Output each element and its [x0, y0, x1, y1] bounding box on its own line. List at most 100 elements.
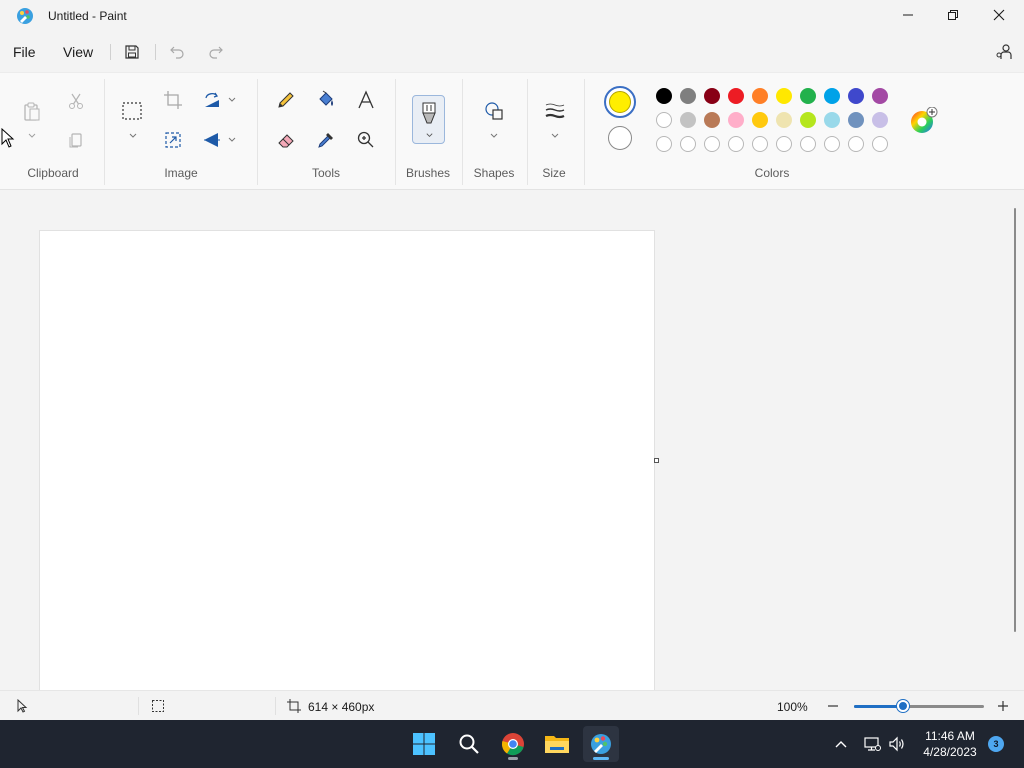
color-swatch[interactable] — [776, 136, 792, 152]
search-button[interactable] — [451, 726, 487, 762]
fill-button[interactable] — [314, 88, 338, 112]
flip-icon — [204, 133, 220, 147]
start-button[interactable] — [406, 726, 442, 762]
edit-colors-button[interactable] — [909, 107, 939, 135]
color-swatch[interactable] — [776, 88, 792, 104]
zoom-level[interactable]: 100% — [777, 700, 808, 714]
chrome-taskbar-button[interactable] — [495, 726, 531, 762]
color-swatch[interactable] — [824, 136, 840, 152]
size-button[interactable] — [543, 99, 567, 123]
paint-bucket-icon — [319, 90, 333, 106]
color-swatch[interactable] — [656, 88, 672, 104]
color-picker-button[interactable] — [314, 128, 338, 152]
color-swatch[interactable] — [656, 136, 672, 152]
notification-badge[interactable]: 3 — [988, 736, 1004, 752]
zoom-out-icon[interactable] — [826, 699, 840, 713]
color-swatch[interactable] — [752, 88, 768, 104]
magnifier-button[interactable] — [354, 128, 378, 152]
file-menu[interactable]: File — [13, 44, 36, 60]
restore-button[interactable] — [930, 0, 976, 30]
text-button[interactable] — [354, 88, 378, 112]
minimize-button[interactable] — [885, 0, 931, 30]
color-swatch[interactable] — [656, 112, 672, 128]
color-swatch[interactable] — [824, 88, 840, 104]
group-separator — [527, 79, 528, 185]
pencil-button[interactable] — [274, 88, 298, 112]
vertical-scrollbar[interactable] — [1014, 208, 1016, 632]
running-indicator — [508, 757, 518, 760]
chevron-down-icon — [426, 133, 433, 138]
zoom-in-icon[interactable] — [996, 699, 1010, 713]
color-swatch[interactable] — [800, 88, 816, 104]
zoom-slider-thumb[interactable] — [897, 700, 910, 712]
color-swatch[interactable] — [704, 136, 720, 152]
chevron-down-icon[interactable] — [550, 131, 560, 141]
color-swatch[interactable] — [824, 112, 840, 128]
brushes-button[interactable] — [412, 95, 445, 144]
color-picker-icon — [318, 133, 333, 148]
system-clock[interactable]: 11:46 AM 4/28/2023 — [912, 728, 988, 760]
color-swatch[interactable] — [848, 136, 864, 152]
save-button[interactable] — [121, 41, 143, 63]
status-separator — [275, 697, 276, 715]
resize-icon — [165, 132, 181, 148]
network-button[interactable] — [862, 734, 882, 754]
chevron-down-icon[interactable] — [227, 95, 237, 105]
drawing-canvas[interactable] — [40, 231, 654, 691]
color-swatch[interactable] — [872, 88, 888, 104]
window-title: Untitled - Paint — [48, 9, 127, 23]
show-hidden-icons-button[interactable] — [831, 734, 851, 754]
color-swatch[interactable] — [728, 88, 744, 104]
undo-button[interactable] — [166, 41, 188, 63]
close-button[interactable] — [976, 0, 1022, 30]
menu-bar: File View — [0, 32, 1024, 72]
color-swatch[interactable] — [728, 136, 744, 152]
volume-button[interactable] — [887, 734, 907, 754]
save-icon — [125, 45, 139, 59]
pencil-icon — [278, 92, 294, 108]
rotate-button[interactable] — [200, 88, 224, 112]
redo-button[interactable] — [205, 41, 227, 63]
select-button[interactable] — [120, 99, 144, 123]
copy-icon — [69, 133, 82, 148]
cut-button[interactable] — [64, 89, 88, 113]
canvas-resize-handle[interactable] — [654, 458, 659, 463]
color-swatch[interactable] — [776, 112, 792, 128]
chevron-down-icon[interactable] — [489, 131, 499, 141]
shapes-button[interactable] — [482, 99, 506, 123]
color-swatch[interactable] — [704, 88, 720, 104]
settings-button[interactable] — [993, 41, 1015, 63]
color-swatch[interactable] — [680, 112, 696, 128]
view-menu[interactable]: View — [63, 44, 93, 60]
color-swatch[interactable] — [800, 112, 816, 128]
color-swatch[interactable] — [680, 136, 696, 152]
size-group-label: Size — [542, 166, 566, 180]
resize-button[interactable] — [161, 128, 185, 152]
secondary-color-button[interactable] — [608, 126, 632, 150]
paint-taskbar-button[interactable] — [583, 726, 619, 762]
color-swatch[interactable] — [848, 88, 864, 104]
color-swatch[interactable] — [728, 112, 744, 128]
group-separator — [584, 79, 585, 185]
color-swatch[interactable] — [752, 136, 768, 152]
chevron-down-icon[interactable] — [27, 131, 37, 141]
primary-color-button[interactable] — [604, 86, 636, 118]
crop-button[interactable] — [161, 88, 185, 112]
flip-button[interactable] — [200, 128, 224, 152]
color-swatch[interactable] — [680, 88, 696, 104]
brushes-group-label: Brushes — [405, 166, 451, 180]
copy-button[interactable] — [64, 128, 88, 152]
clipboard-group-label: Clipboard — [27, 166, 79, 180]
file-explorer-taskbar-button[interactable] — [539, 726, 575, 762]
color-swatch[interactable] — [848, 112, 864, 128]
color-swatch[interactable] — [704, 112, 720, 128]
zoom-slider[interactable] — [854, 700, 984, 712]
color-swatch[interactable] — [800, 136, 816, 152]
chevron-down-icon[interactable] — [128, 131, 138, 141]
color-swatch[interactable] — [752, 112, 768, 128]
eraser-button[interactable] — [274, 128, 298, 152]
color-swatch[interactable] — [872, 112, 888, 128]
chevron-down-icon[interactable] — [227, 135, 237, 145]
color-swatch[interactable] — [872, 136, 888, 152]
paste-button[interactable] — [20, 99, 44, 123]
